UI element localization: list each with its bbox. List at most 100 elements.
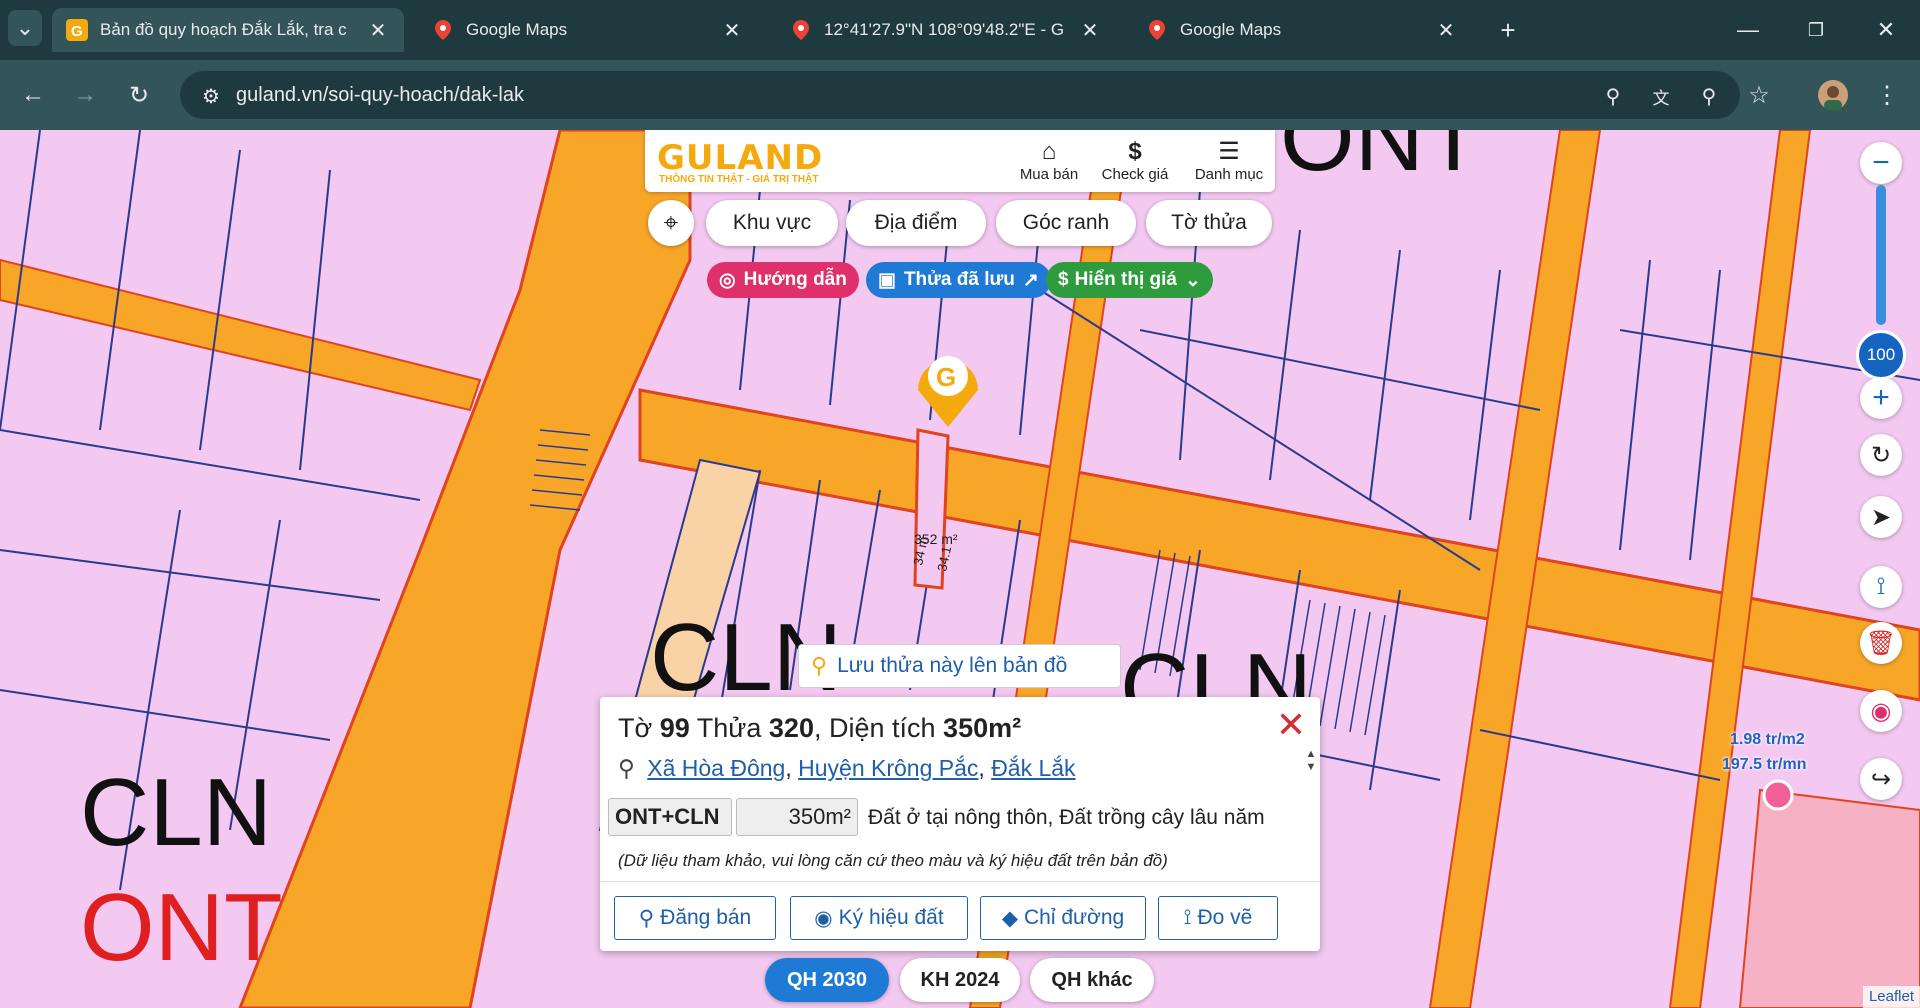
refresh-icon: ↻: [1870, 441, 1892, 469]
restore-button[interactable]: ❐: [1796, 12, 1836, 48]
plan-qh-khac[interactable]: QH khác: [1030, 958, 1154, 1002]
share-button[interactable]: ↪: [1860, 758, 1902, 800]
plan-kh-2024[interactable]: KH 2024: [900, 958, 1020, 1002]
tab-khu-vuc[interactable]: Khu vực: [706, 200, 838, 246]
guide-chip[interactable]: ◎ Hướng dẫn: [707, 262, 859, 298]
land-description: Đất ở tại nông thôn, Đất trồng cây lâu n…: [868, 806, 1265, 829]
area-label: , Diện tích: [813, 713, 936, 743]
svg-text:G: G: [71, 23, 83, 40]
title-prefix: Tờ: [618, 713, 653, 743]
tab-google-maps-3[interactable]: Google Maps ✕: [1132, 8, 1472, 52]
locate-me-button[interactable]: ⌖: [648, 200, 694, 246]
menu-icon: ☰: [1218, 138, 1240, 165]
tab-goc-ranh[interactable]: Góc ranh: [996, 200, 1136, 246]
zoom-level-badge: 100: [1856, 330, 1906, 380]
back-button[interactable]: ←: [14, 76, 52, 114]
address-bar[interactable]: ⚙ guland.vn/soi-quy-hoach/dak-lak ⚲ 文 ⚲: [180, 71, 1740, 119]
google-maps-favicon-icon: [1146, 19, 1168, 41]
directions-button[interactable]: ◆ Chỉ đường: [980, 896, 1146, 940]
show-price-chip[interactable]: $ Hiển thị giá ⌄: [1046, 262, 1213, 298]
more-menu-icon[interactable]: ⋮: [1868, 76, 1906, 114]
menu-buy-sell[interactable]: ⌂ Mua bán: [1010, 138, 1088, 183]
land-area-badge: 350m²: [736, 798, 858, 836]
svg-text:G: G: [936, 362, 956, 392]
tab-google-maps-2[interactable]: 12°41'27.9"N 108°09'48.2"E - G ✕: [776, 8, 1116, 52]
plot-number: 320: [768, 713, 814, 743]
menu-label: Danh mục: [1194, 166, 1264, 183]
zoom-slider[interactable]: [1876, 185, 1886, 325]
province-link[interactable]: Đắk Lắk: [991, 755, 1075, 781]
guland-logo[interactable]: GULAND: [657, 138, 823, 178]
price-marker[interactable]: [1762, 779, 1794, 811]
reload-button[interactable]: ↻: [120, 76, 158, 114]
close-card-button[interactable]: ✕: [1276, 707, 1306, 743]
action-label: Đăng bán: [660, 906, 752, 929]
minus-icon: −: [1872, 146, 1890, 179]
land-code-badge: ONT+CLN: [608, 798, 732, 836]
plan-qh-2030[interactable]: QH 2030: [765, 958, 889, 1002]
site-header: GULAND THÔNG TIN THẬT - GIÁ TRỊ THẬT ⌂ M…: [645, 130, 1275, 192]
district-link[interactable]: Huyện Krông Pắc: [798, 755, 978, 781]
delete-button[interactable]: 🗑: [1860, 622, 1902, 664]
palette-icon: ◉: [1870, 697, 1892, 725]
menu-check-price[interactable]: $ Check giá: [1096, 138, 1174, 183]
measure-button[interactable]: ⟟ Đo vẽ: [1158, 896, 1278, 940]
menu-label: Check giá: [1101, 166, 1169, 183]
share-icon: ↪: [1870, 765, 1892, 793]
card-scroll-arrows[interactable]: ▲ ▼: [1302, 748, 1320, 778]
tab-to-thua[interactable]: Tờ thửa: [1146, 200, 1272, 246]
bookmark-star-icon[interactable]: ☆: [1740, 76, 1778, 114]
tab-dia-diem[interactable]: Địa điểm: [846, 200, 986, 246]
saved-plots-chip[interactable]: ▣ Thửa đã lưu ↗: [866, 262, 1051, 298]
tab-google-maps-1[interactable]: Google Maps ✕: [418, 8, 758, 52]
action-label: Chỉ đường: [1023, 906, 1125, 929]
zone-label-cln: CLN: [80, 759, 272, 866]
location-icon[interactable]: ⚲: [1600, 83, 1626, 109]
house-icon: ⌂: [1041, 138, 1057, 165]
minimize-button[interactable]: —: [1728, 12, 1768, 48]
tab-title: Google Maps: [466, 20, 568, 39]
chip-label: Hướng dẫn: [743, 269, 847, 290]
target-icon: ◎: [719, 269, 736, 291]
post-for-sale-button[interactable]: ⚲ Đăng bán: [614, 896, 776, 940]
zone-label-ont: ONT: [80, 874, 283, 981]
leaflet-attribution[interactable]: Leaflet: [1862, 986, 1920, 1008]
measure-icon: ⟟: [1183, 906, 1192, 929]
land-symbol-button[interactable]: ◉ Ký hiệu đất: [790, 896, 968, 940]
sheet-number: 99: [659, 713, 690, 743]
plot-label: Thửa: [696, 713, 762, 743]
close-icon[interactable]: ✕: [720, 18, 744, 43]
tab-search-button[interactable]: ⌄: [8, 10, 42, 46]
close-icon[interactable]: ✕: [366, 18, 390, 43]
chevron-down-icon: ⌄: [1184, 269, 1201, 291]
guland-favicon-icon: G: [66, 19, 88, 41]
menu-categories[interactable]: ☰ Danh mục: [1186, 138, 1272, 183]
navigate-button[interactable]: ➤: [1860, 496, 1902, 538]
zoom-out-button[interactable]: −: [1860, 142, 1902, 184]
site-info-icon[interactable]: ⚙: [198, 83, 224, 109]
measure-tool-button[interactable]: ⟟: [1860, 566, 1902, 608]
google-maps-favicon-icon: [790, 19, 812, 41]
divider: [600, 881, 1320, 882]
trash-icon: 🗑: [1865, 629, 1897, 657]
new-tab-button[interactable]: +: [1488, 12, 1528, 48]
palette-button[interactable]: ◉: [1860, 690, 1902, 732]
maps-pin-icon[interactable]: ⚲: [1696, 83, 1722, 109]
plus-icon: +: [1872, 381, 1890, 414]
tab-title: 12°41'27.9"N 108°09'48.2"E - G: [824, 20, 1065, 39]
refresh-map-button[interactable]: ↻: [1860, 434, 1902, 476]
parcel-info-card: Tờ 99 Thửa 320, Diện tích 350m² ✕ ⚲ Xã H…: [600, 697, 1320, 951]
close-icon[interactable]: ✕: [1078, 18, 1102, 43]
save-plot-tooltip[interactable]: ⚲ Lưu thửa này lên bản đồ: [798, 644, 1121, 688]
close-icon[interactable]: ✕: [1434, 18, 1458, 43]
commune-link[interactable]: Xã Hòa Đông: [647, 755, 785, 781]
avatar[interactable]: [1814, 76, 1852, 114]
tab-guland[interactable]: G Bản đồ quy hoạch Đắk Lắk, tra c ✕: [52, 8, 404, 52]
close-window-button[interactable]: ✕: [1866, 12, 1906, 48]
translate-icon[interactable]: 文: [1648, 83, 1674, 109]
action-label: Ký hiệu đất: [838, 906, 944, 929]
forward-button[interactable]: →: [66, 76, 104, 114]
zoom-in-button[interactable]: +: [1860, 377, 1902, 419]
zone-label-ont: ONT: [1280, 130, 1483, 191]
action-label: Đo vẽ: [1197, 906, 1253, 929]
